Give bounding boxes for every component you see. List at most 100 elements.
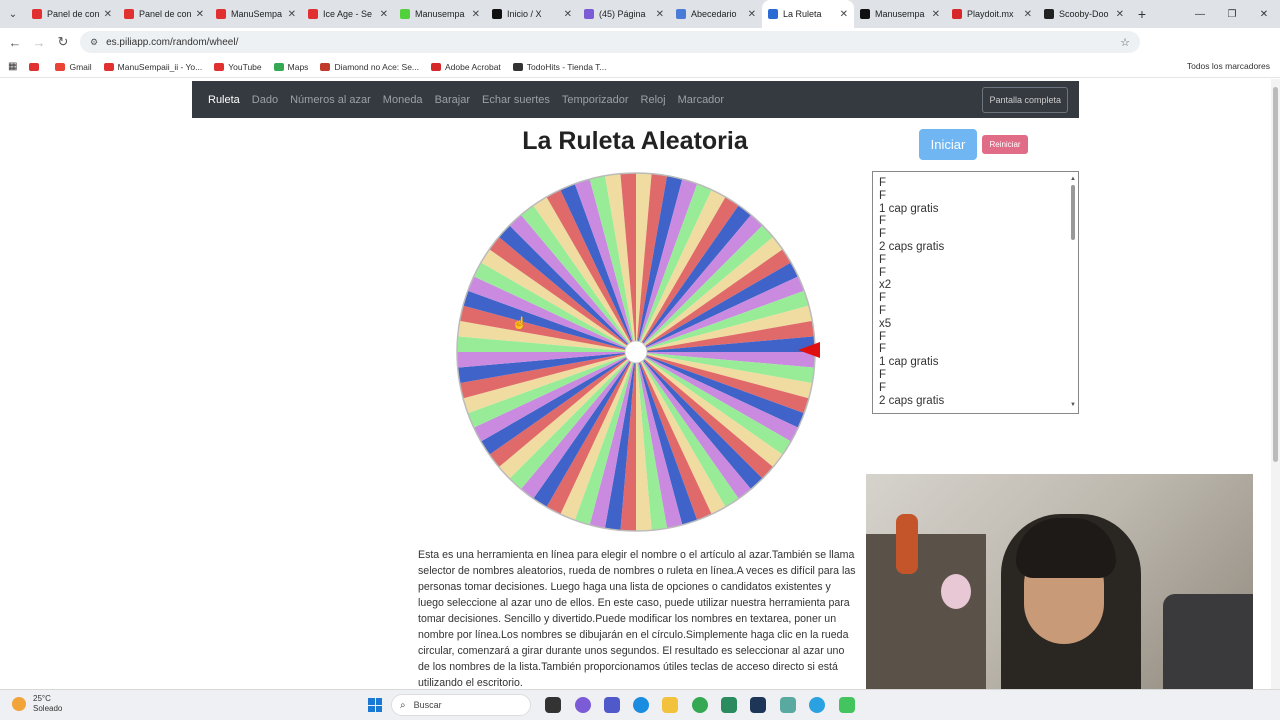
copilot-icon[interactable] bbox=[575, 697, 591, 713]
browser-tab[interactable]: Panel de con ✕ bbox=[118, 0, 210, 28]
bookmark-item[interactable]: Gmail bbox=[55, 62, 92, 72]
restore-icon[interactable]: ❐ bbox=[1216, 0, 1248, 28]
apps-grid-icon[interactable]: ▦ bbox=[8, 61, 17, 72]
nav-link[interactable]: Barajar bbox=[435, 94, 470, 106]
nav-link[interactable]: Reloj bbox=[641, 94, 666, 106]
browser-tab[interactable]: Ice Age - Se ✕ bbox=[302, 0, 394, 28]
reset-button[interactable]: Reiniciar bbox=[982, 135, 1028, 154]
tab-close-icon[interactable]: ✕ bbox=[1024, 9, 1032, 20]
bookmark-favicon-icon bbox=[512, 62, 523, 71]
tab-close-icon[interactable]: ✕ bbox=[288, 9, 296, 20]
entry-line: F bbox=[879, 253, 887, 266]
tab-favicon-icon bbox=[492, 9, 502, 19]
reload-icon[interactable]: ↻ bbox=[51, 34, 75, 50]
bookmark-favicon-icon bbox=[214, 62, 225, 71]
nav-link[interactable]: Echar suertes bbox=[482, 94, 550, 106]
wheel[interactable] bbox=[455, 171, 817, 533]
tab-title: La Ruleta bbox=[783, 9, 822, 19]
app-icon[interactable] bbox=[721, 697, 737, 713]
bookmark-item[interactable]: Diamond no Ace: Se... bbox=[320, 62, 419, 72]
bookmark-favicon-icon bbox=[320, 62, 331, 71]
app-icon[interactable] bbox=[839, 697, 855, 713]
browser-tab[interactable]: Inicio / X ✕ bbox=[486, 0, 578, 28]
taskbar-search[interactable]: ⌕ Buscar bbox=[391, 694, 531, 716]
tab-close-icon[interactable]: ✕ bbox=[1116, 9, 1124, 20]
nav-link[interactable]: Marcador bbox=[678, 94, 724, 106]
weather-widget[interactable]: 25°C Soleado bbox=[12, 694, 62, 714]
tab-close-icon[interactable]: ✕ bbox=[472, 9, 480, 20]
entries-textarea[interactable]: FF1 cap gratis F F 2 caps gratis F Fx2 F Fx5 F F 1… bbox=[872, 171, 1079, 414]
browser-tab[interactable]: Abecedario ✕ bbox=[670, 0, 762, 28]
url-field[interactable]: ⚙ es.piliapp.com/random/wheel/ ☆ bbox=[80, 31, 1140, 53]
bookmark-item[interactable]: Adobe Acrobat bbox=[431, 62, 501, 72]
bookmark-label: ManuSempaii_ii - Yo... bbox=[117, 61, 203, 72]
bookmark-item[interactable]: TodoHits - Tienda T... bbox=[512, 61, 607, 72]
bookmark-label: TodoHits - Tienda T... bbox=[526, 61, 607, 72]
nav-link[interactable]: Números al azar bbox=[290, 94, 371, 106]
fullscreen-button[interactable]: Pantalla completa bbox=[982, 87, 1068, 113]
site-navbar: Ruleta Dado Números al azar Moneda Barajar Ec… bbox=[192, 81, 1079, 118]
edge-icon[interactable] bbox=[633, 697, 649, 713]
search-icon: ⌕ bbox=[400, 699, 406, 711]
bookmark-item[interactable]: ManuSempaii_ii - Yo... bbox=[103, 61, 203, 72]
app-icon[interactable] bbox=[750, 697, 766, 713]
bookmark-item[interactable]: YouTube bbox=[214, 62, 262, 72]
nav-link[interactable]: Ruleta bbox=[208, 94, 240, 106]
tab-close-icon[interactable]: ✕ bbox=[840, 9, 848, 20]
tab-favicon-icon bbox=[676, 9, 686, 19]
app-icon[interactable] bbox=[780, 697, 796, 713]
back-icon[interactable]: ← bbox=[3, 35, 27, 50]
tab-close-icon[interactable]: ✕ bbox=[748, 9, 756, 20]
nav-link[interactable]: Dado bbox=[252, 94, 278, 106]
task-view-icon[interactable] bbox=[545, 697, 561, 713]
forward-icon[interactable]: → bbox=[27, 35, 51, 50]
teams-icon[interactable] bbox=[604, 697, 620, 713]
chrome-icon[interactable] bbox=[692, 697, 708, 713]
tab-favicon-icon bbox=[216, 9, 226, 19]
all-bookmarks[interactable]: Todos los marcadores bbox=[1187, 61, 1270, 71]
weather-condition: Soleado bbox=[33, 704, 63, 713]
nav-link[interactable]: Temporizador bbox=[562, 94, 629, 106]
tab-close-icon[interactable]: ✕ bbox=[380, 9, 388, 20]
browser-tab[interactable]: Playdoit.mx ✕ bbox=[946, 0, 1038, 28]
sun-icon bbox=[12, 697, 26, 711]
telegram-icon[interactable] bbox=[809, 697, 825, 713]
browser-tab[interactable]: ManuSempa ✕ bbox=[210, 0, 302, 28]
tab-close-icon[interactable]: ✕ bbox=[656, 9, 664, 20]
minimize-icon[interactable]: — bbox=[1184, 0, 1216, 28]
tab-close-icon[interactable]: ✕ bbox=[104, 9, 112, 20]
bookmark-star-icon[interactable]: ☆ bbox=[1120, 36, 1130, 49]
tab-search-icon[interactable]: ⌄ bbox=[0, 0, 26, 28]
nav-link[interactable]: Moneda bbox=[383, 94, 423, 106]
browser-tab[interactable]: Panel de con ✕ bbox=[26, 0, 118, 28]
entry-line: F bbox=[879, 228, 887, 241]
file-explorer-icon[interactable] bbox=[662, 697, 678, 713]
bookmark-item[interactable]: Maps bbox=[273, 62, 308, 72]
tab-close-icon[interactable]: ✕ bbox=[564, 9, 572, 20]
bookmark-favicon-icon bbox=[55, 62, 66, 71]
browser-tab[interactable]: La Ruleta ✕ bbox=[762, 0, 854, 28]
tab-close-icon[interactable]: ✕ bbox=[196, 9, 204, 20]
search-label: Buscar bbox=[413, 700, 442, 710]
tab-title: Manusempa bbox=[415, 9, 465, 19]
entry-line: F bbox=[879, 292, 887, 305]
browser-tab[interactable]: Manusempa ✕ bbox=[394, 0, 486, 28]
tab-close-icon[interactable]: ✕ bbox=[932, 9, 940, 20]
browser-tab[interactable]: (45) Página ✕ bbox=[578, 0, 670, 28]
close-window-icon[interactable]: ✕ bbox=[1248, 0, 1280, 28]
tab-title: Ice Age - Se bbox=[323, 9, 373, 19]
start-button[interactable]: Iniciar bbox=[919, 129, 977, 160]
bookmark-favicon-icon bbox=[273, 62, 284, 71]
site-info-icon[interactable]: ⚙ bbox=[90, 37, 98, 48]
bookmark-favicon-icon bbox=[431, 62, 442, 71]
entries-scrollbar[interactable]: ▲ ▼ bbox=[1069, 173, 1077, 412]
bookmark-item[interactable] bbox=[29, 62, 43, 72]
entry-line: x2 bbox=[879, 279, 892, 292]
browser-tab[interactable]: Manusempa ✕ bbox=[854, 0, 946, 28]
page-scrollbar[interactable] bbox=[1271, 79, 1280, 689]
tab-title: Playdoit.mx bbox=[967, 9, 1014, 19]
new-tab-button[interactable]: + bbox=[1130, 6, 1154, 22]
start-menu-icon[interactable] bbox=[368, 698, 382, 712]
browser-tab[interactable]: Scooby-Doo ✕ bbox=[1038, 0, 1130, 28]
temperature: 25°C bbox=[33, 694, 51, 703]
